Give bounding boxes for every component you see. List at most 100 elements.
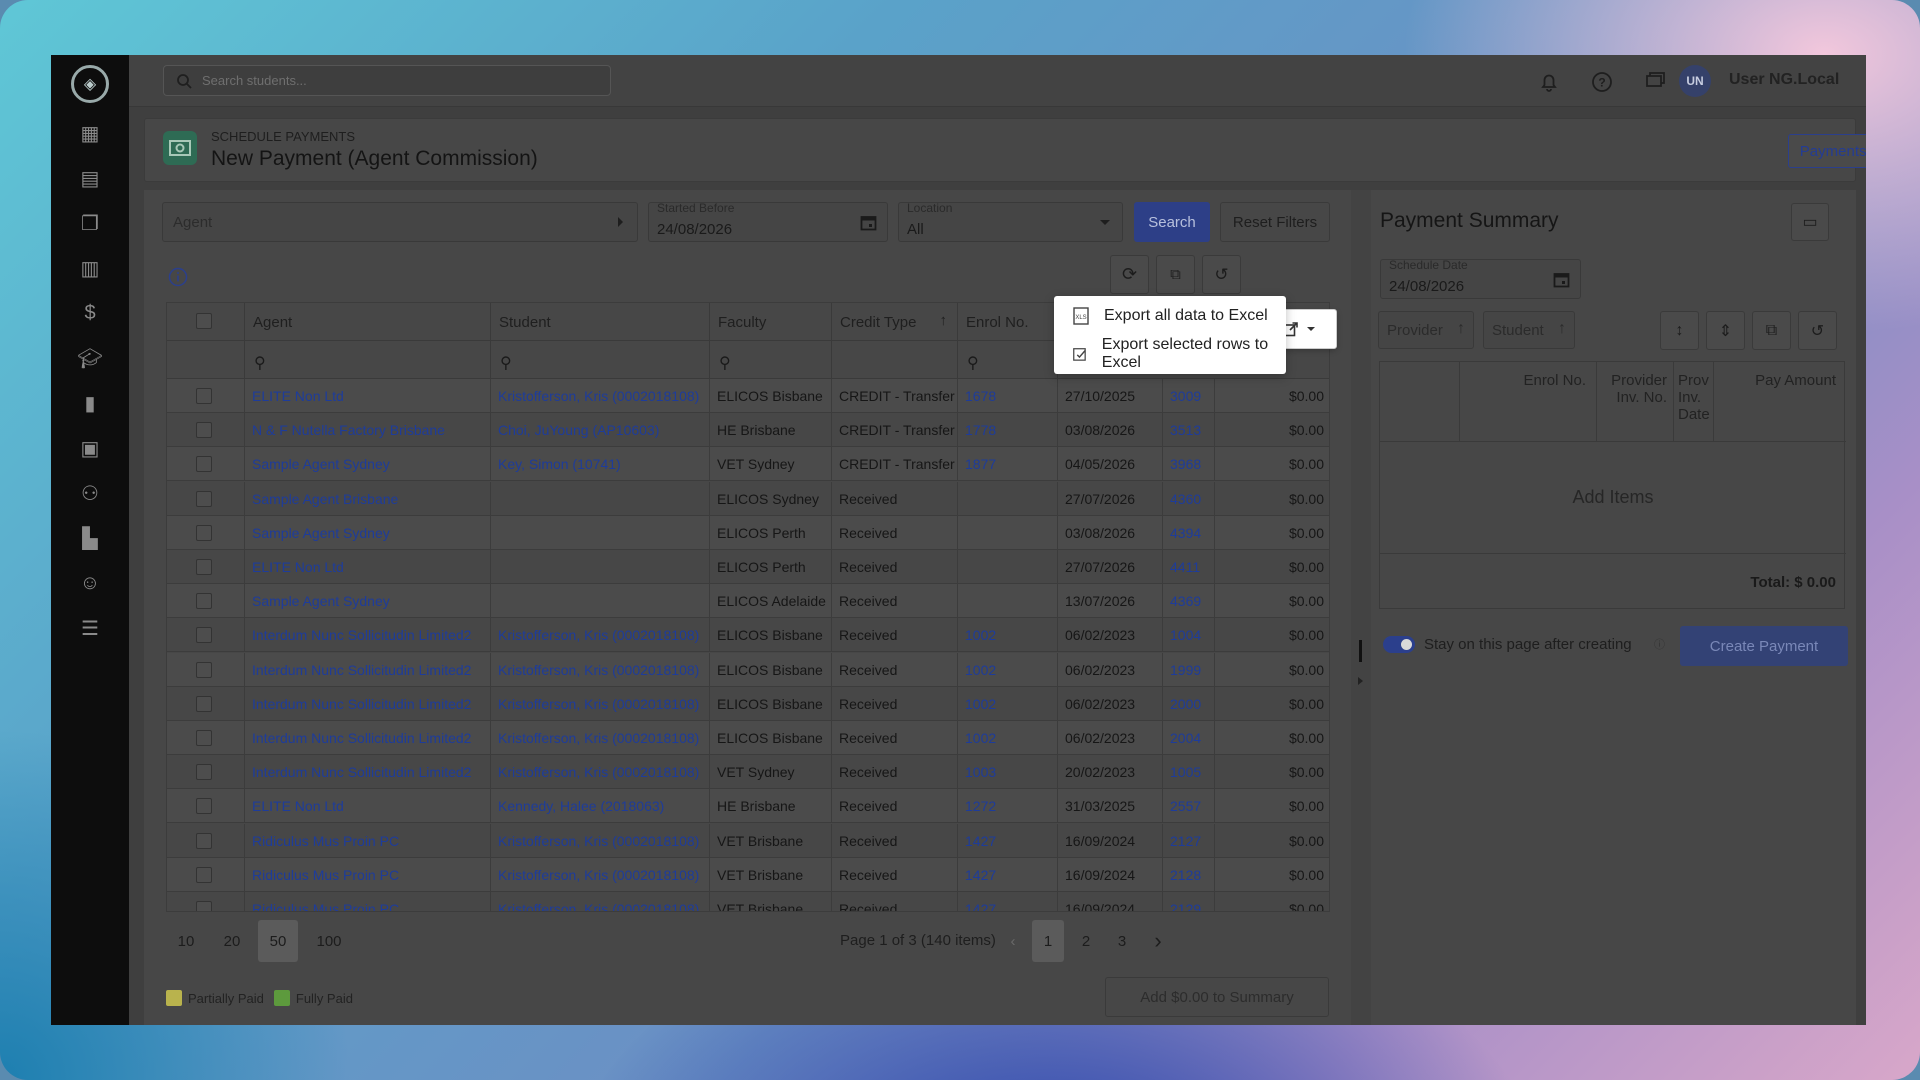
cell-id[interactable]: 3009: [1163, 379, 1215, 413]
panel-splitter[interactable]: [1351, 190, 1371, 1025]
export-selected-menu-item[interactable]: Export selected rows to Excel: [1054, 335, 1286, 373]
started-before-field[interactable]: Started Before 24/08/2026: [648, 201, 888, 242]
search-button[interactable]: Search: [1134, 202, 1210, 242]
cell-agent[interactable]: Ridiculus Mus Proin PC: [245, 857, 491, 892]
cell-student[interactable]: Kristofferson, Kris (0002018108): [491, 857, 710, 892]
table-row[interactable]: Interdum Nunc Sollicitudin Limited2 Krist…: [167, 652, 1329, 687]
row-checkbox[interactable]: [196, 798, 212, 815]
table-row[interactable]: ELITE Non Ltd Kristofferson, Kris (000201…: [167, 379, 1329, 413]
cell-enrol-no[interactable]: 1002: [958, 721, 1058, 755]
next-page-icon[interactable]: ›: [1142, 920, 1174, 962]
layout-icon[interactable]: ▥: [77, 255, 103, 281]
cell-agent[interactable]: Interdum Nunc Sollicitudin Limited2: [245, 686, 491, 721]
cell-agent[interactable]: Sample Agent Sydney: [245, 515, 491, 550]
collapse-arrow-icon[interactable]: [1358, 677, 1363, 685]
bell-icon[interactable]: [1537, 70, 1561, 94]
cell-enrol-no[interactable]: 1778: [958, 413, 1058, 448]
page-2[interactable]: 2: [1070, 920, 1102, 962]
group-student-chip[interactable]: Student ↑: [1483, 311, 1575, 349]
page-size-100[interactable]: 100: [304, 920, 354, 962]
group-provider-chip[interactable]: Provider ↑: [1378, 311, 1474, 349]
help-icon[interactable]: ?: [1590, 70, 1614, 94]
schedule-date-field[interactable]: Schedule Date 24/08/2026: [1380, 258, 1581, 299]
row-checkbox[interactable]: [196, 490, 212, 507]
col-agent[interactable]: Agent: [245, 303, 491, 341]
table-row[interactable]: Sample Agent Sydney ELICOS Adelaide Receiv…: [167, 584, 1329, 619]
cell-agent[interactable]: Interdum Nunc Sollicitudin Limited2: [245, 721, 491, 755]
cell-enrol-no[interactable]: 1003: [958, 755, 1058, 790]
cell-enrol-no[interactable]: [958, 515, 1058, 550]
col-faculty[interactable]: Faculty: [710, 303, 832, 341]
row-checkbox[interactable]: [196, 661, 212, 678]
cell-id[interactable]: 4394: [1163, 515, 1215, 550]
briefcase-icon[interactable]: ▣: [77, 435, 103, 461]
reset-filters-button[interactable]: Reset Filters: [1220, 202, 1330, 242]
cell-id[interactable]: 2004: [1163, 721, 1215, 755]
payments-search-button[interactable]: Payments Search: [1788, 134, 1866, 168]
row-checkbox[interactable]: [196, 524, 212, 541]
cell-id[interactable]: 2000: [1163, 686, 1215, 721]
cell-enrol-no[interactable]: 1427: [958, 892, 1058, 911]
summary-columns-button[interactable]: ⧉: [1752, 311, 1791, 350]
cell-agent[interactable]: Ridiculus Mus Proin PC: [245, 892, 491, 911]
row-checkbox[interactable]: [196, 422, 212, 439]
table-row[interactable]: Interdum Nunc Sollicitudin Limited2 Krist…: [167, 686, 1329, 721]
drag-handle[interactable]: [1359, 640, 1362, 662]
user-name[interactable]: User NG.Local: [1729, 71, 1839, 89]
dashboard-icon[interactable]: ▦: [77, 120, 103, 146]
cell-enrol-no[interactable]: 1427: [958, 823, 1058, 858]
location-select[interactable]: Location All: [898, 201, 1123, 242]
cell-agent[interactable]: Interdum Nunc Sollicitudin Limited2: [245, 618, 491, 653]
settings-sliders-icon[interactable]: ☰: [77, 615, 103, 641]
cell-agent[interactable]: Sample Agent Sydney: [245, 447, 491, 482]
column-chooser-button[interactable]: ⧉: [1156, 255, 1195, 294]
table-row[interactable]: Ridiculus Mus Proin PC Kristofferson, Kri…: [167, 892, 1329, 911]
cell-id[interactable]: 4369: [1163, 584, 1215, 619]
cell-agent[interactable]: Interdum Nunc Sollicitudin Limited2: [245, 652, 491, 687]
cell-student[interactable]: Kristofferson, Kris (0002018108): [491, 652, 710, 687]
select-all-checkbox[interactable]: [196, 313, 212, 329]
cell-student[interactable]: Kristofferson, Kris (0002018108): [491, 618, 710, 653]
page-1[interactable]: 1: [1032, 920, 1064, 962]
create-payment-button[interactable]: Create Payment: [1680, 626, 1848, 666]
calendar-icon[interactable]: [1553, 271, 1570, 288]
export-all-menu-item[interactable]: XLS Export all data to Excel: [1054, 297, 1286, 335]
row-checkbox[interactable]: [196, 627, 212, 644]
cell-id[interactable]: 2127: [1163, 823, 1215, 858]
cell-id[interactable]: 4411: [1163, 550, 1215, 584]
cell-student[interactable]: Kennedy, Halee (2018063): [491, 789, 710, 824]
filter-agent[interactable]: ⚲: [245, 341, 491, 379]
filter-faculty[interactable]: ⚲: [710, 341, 832, 379]
expand-all-button[interactable]: ↕: [1660, 311, 1699, 350]
cell-agent[interactable]: Sample Agent Brisbane: [245, 481, 491, 516]
filter-student[interactable]: ⚲: [491, 341, 710, 379]
table-row[interactable]: ELITE Non Ltd ELICOS Perth Received 27/07/2…: [167, 550, 1329, 584]
cell-student[interactable]: [491, 550, 710, 584]
table-row[interactable]: ELITE Non Ltd Kennedy, Halee (2018063) HE …: [167, 789, 1329, 824]
cell-id[interactable]: 3513: [1163, 413, 1215, 448]
page-size-10[interactable]: 10: [166, 920, 206, 962]
table-row[interactable]: Interdum Nunc Sollicitudin Limited2 Krist…: [167, 755, 1329, 790]
contacts-icon[interactable]: ▤: [77, 165, 103, 191]
users-icon[interactable]: ☺: [77, 570, 103, 596]
cell-enrol-no[interactable]: [958, 550, 1058, 584]
table-row[interactable]: Sample Agent Brisbane ELICOS Sydney Receiv…: [167, 481, 1329, 516]
cell-enrol-no[interactable]: 1877: [958, 447, 1058, 482]
education-icon[interactable]: 🎓︎: [77, 345, 103, 371]
row-checkbox[interactable]: [196, 730, 212, 746]
app-logo-icon[interactable]: ◈: [71, 65, 109, 103]
network-icon[interactable]: ⚇: [77, 480, 103, 506]
cell-enrol-no[interactable]: 1002: [958, 686, 1058, 721]
table-row[interactable]: Sample Agent Sydney Key, Simon (10741) VET…: [167, 447, 1329, 482]
cell-student[interactable]: [491, 515, 710, 550]
table-row[interactable]: Interdum Nunc Sollicitudin Limited2 Krist…: [167, 721, 1329, 755]
summary-reset-button[interactable]: ↺: [1798, 311, 1837, 350]
cell-enrol-no[interactable]: 1272: [958, 789, 1058, 824]
cell-id[interactable]: 1004: [1163, 618, 1215, 653]
row-checkbox[interactable]: [196, 695, 212, 712]
cell-enrol-no[interactable]: [958, 481, 1058, 516]
col-credit-type[interactable]: Credit Type ↑: [832, 303, 958, 341]
buildings-icon[interactable]: ▙: [77, 525, 103, 551]
agent-filter[interactable]: Agent: [162, 202, 638, 242]
cell-id[interactable]: 2557: [1163, 789, 1215, 824]
